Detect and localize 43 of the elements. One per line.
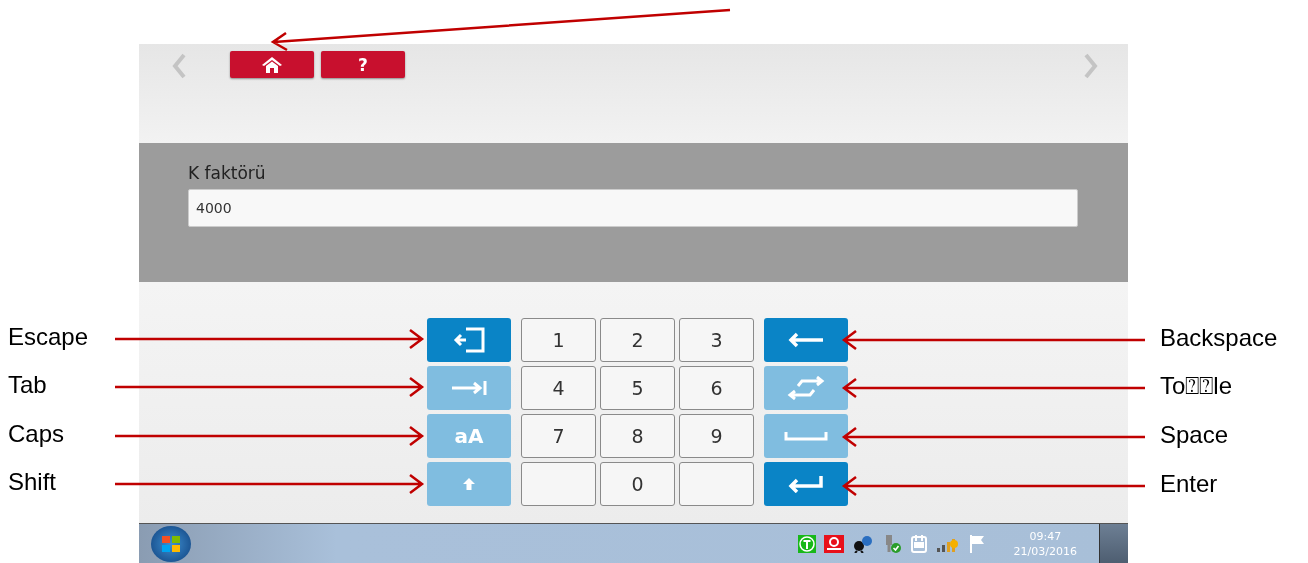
digit-key[interactable]: 7: [521, 414, 596, 458]
digit-key[interactable]: 2: [600, 318, 675, 362]
blank-key[interactable]: [679, 462, 754, 506]
key[interactable]: [427, 318, 511, 362]
digit-key[interactable]: 0: [600, 462, 675, 506]
enter-icon: [787, 475, 825, 493]
backspace-icon: [787, 332, 825, 348]
tab-icon: [450, 379, 488, 397]
annotation-label: Space: [1160, 420, 1229, 450]
digit-key[interactable]: 4: [521, 366, 596, 410]
annotation-label: Caps: [8, 419, 65, 449]
blank-key[interactable]: [521, 462, 596, 506]
start-button[interactable]: [151, 525, 191, 562]
digit-key[interactable]: 6: [679, 366, 754, 410]
exit-icon: [452, 327, 486, 353]
up-arrow-icon: [462, 477, 476, 491]
flag-icon[interactable]: [967, 533, 986, 554]
key[interactable]: [764, 462, 848, 506]
circled-t-icon[interactable]: [797, 534, 816, 553]
home-icon: [261, 55, 283, 74]
annotation-label: Enter: [1160, 469, 1218, 499]
annotation-label: Tab: [8, 370, 47, 400]
swap-arrows-icon: [786, 376, 826, 400]
annotation-label: Shift: [8, 467, 57, 497]
space-icon: [784, 431, 828, 441]
webcam-icon[interactable]: [823, 534, 844, 553]
digit-key[interactable]: 5: [600, 366, 675, 410]
help-button[interactable]: ?: [321, 51, 405, 78]
show-desktop-button[interactable]: [1099, 523, 1128, 563]
annotation-label: To⍰⍰le: [1160, 371, 1233, 401]
annotation-label: Backspace: [1160, 323, 1278, 353]
clock-date: 21/03/2016: [1013, 543, 1077, 559]
windows-logo-icon: [161, 534, 181, 553]
input-field[interactable]: 4000: [188, 189, 1078, 227]
digit-key[interactable]: 3: [679, 318, 754, 362]
digit-key[interactable]: 8: [600, 414, 675, 458]
digit-key[interactable]: 9: [679, 414, 754, 458]
annotation-label: Escape: [8, 322, 89, 352]
clock-time: 09:47: [1029, 528, 1062, 544]
field-label: K faktörü: [188, 163, 267, 183]
digit-key[interactable]: 1: [521, 318, 596, 362]
home-button[interactable]: [230, 51, 314, 78]
key[interactable]: [764, 318, 848, 362]
